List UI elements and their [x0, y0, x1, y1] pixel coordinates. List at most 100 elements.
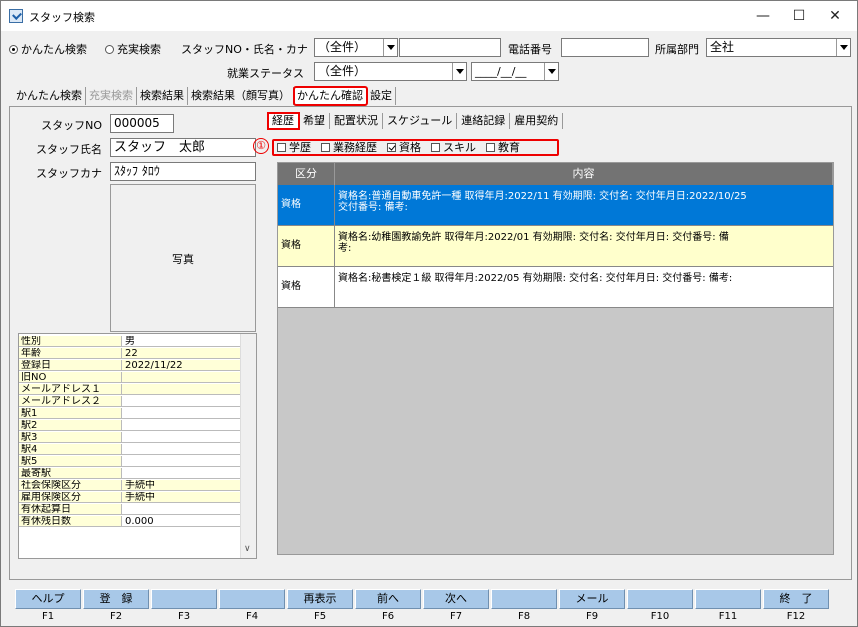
filter-checkbox[interactable]: 学歴	[277, 141, 311, 154]
dept-select[interactable]: 全社	[706, 38, 851, 57]
checkbox-icon[interactable]	[277, 143, 286, 152]
detail-row[interactable]: 有休残日数 0.000	[19, 516, 241, 527]
chevron-down-icon[interactable]: ∨	[244, 544, 251, 554]
filter-label: 学歴	[289, 141, 311, 154]
detail-row[interactable]: 年齢 22	[19, 348, 241, 359]
tab-career[interactable]: 経歴	[267, 112, 300, 130]
date-input[interactable]: ____/__/__	[471, 62, 559, 81]
detail-row[interactable]: 駅3	[19, 432, 241, 443]
tab-results-photo[interactable]: 検索結果（顔写真）	[188, 87, 294, 105]
minimize-button[interactable]: —	[745, 1, 781, 31]
vertical-scrollbar[interactable]: ∨	[240, 334, 256, 558]
chevron-down-icon[interactable]	[452, 63, 466, 80]
detail-key: 駅3	[19, 432, 122, 443]
close-button[interactable]: ✕	[817, 1, 853, 31]
staff-kana-field: ｽﾀｯﾌ ﾀﾛｳ	[110, 162, 256, 181]
staff-keyword-input[interactable]	[399, 38, 501, 57]
cell-content-line: 交付番号: 備考:	[338, 202, 408, 213]
fkey-button-f3[interactable]	[151, 589, 217, 609]
checkbox-icon[interactable]	[387, 143, 396, 152]
phone-input[interactable]	[561, 38, 649, 57]
fkey-button-f8[interactable]	[491, 589, 557, 609]
tab-simple-search[interactable]: かんたん検索	[13, 87, 86, 105]
fkey-label: F3	[177, 611, 191, 622]
fkey-button-f7[interactable]: 次へ	[423, 589, 489, 609]
header-category: 区分	[278, 163, 335, 185]
status-select[interactable]: （全件）	[314, 62, 467, 81]
tab-settings[interactable]: 設定	[367, 87, 396, 105]
detail-row[interactable]: 社会保険区分 手続中	[19, 480, 241, 491]
fkey-button-f11[interactable]	[695, 589, 761, 609]
detail-row[interactable]: 旧NO	[19, 372, 241, 383]
filter-checkbox[interactable]: スキル	[431, 141, 476, 154]
detail-key: 性別	[19, 336, 122, 347]
fkey-button-f9[interactable]: メール	[559, 589, 625, 609]
radio-dot-icon	[9, 45, 18, 54]
tab-wishes[interactable]: 希望	[299, 113, 330, 129]
fkey-button-f6[interactable]: 前へ	[355, 589, 421, 609]
filter-checkbox[interactable]: 教育	[486, 141, 520, 154]
detail-row[interactable]: 登録日 2022/11/22	[19, 360, 241, 371]
table-row[interactable]: 資格 資格名:秘書検定１級 取得年月:2022/05 有効期限: 交付名: 交付年…	[278, 267, 833, 308]
filter-checkbox[interactable]: 業務経歴	[321, 141, 377, 154]
filter-label: スキル	[443, 141, 476, 154]
detail-value: 0.000	[122, 516, 241, 527]
tab-placement[interactable]: 配置状況	[330, 113, 383, 129]
status-label: 就業ステータス	[227, 67, 304, 80]
filter-checkboxes: 学歴 業務経歴 資格 スキル 教育	[272, 139, 559, 156]
detail-key: 社会保険区分	[19, 480, 122, 491]
detail-row[interactable]: メールアドレス１	[19, 384, 241, 395]
chevron-down-icon[interactable]	[836, 39, 850, 56]
detail-row[interactable]: メールアドレス２	[19, 396, 241, 407]
detail-row[interactable]: 駅4	[19, 444, 241, 455]
detail-value	[122, 372, 241, 383]
fkey-button-f1[interactable]: ヘルプ	[15, 589, 81, 609]
fkey-label: F4	[245, 611, 259, 622]
detail-row[interactable]: 駅5	[19, 456, 241, 467]
sub-tabs: 経歴 希望 配置状況 スケジュール 連絡記録 雇用契約	[267, 112, 564, 130]
detail-row[interactable]: 駅2	[19, 420, 241, 431]
radio-full-search[interactable]: 充実検索	[105, 41, 161, 57]
detail-row[interactable]: 雇用保険区分 手続中	[19, 492, 241, 503]
fkey-button-f2[interactable]: 登 録	[83, 589, 149, 609]
detail-grid[interactable]: 性別男年齢 22 登録日 2022/11/22 旧NO メールアドレス１ メールアドレス２ 駅…	[18, 333, 257, 559]
detail-value	[122, 432, 241, 443]
checkbox-icon[interactable]	[431, 143, 440, 152]
detail-row[interactable]: 性別男	[19, 336, 241, 347]
staff-search-label: スタッフNO・氏名・カナ	[181, 43, 308, 56]
fkey-button-f4[interactable]	[219, 589, 285, 609]
annotation-marker: ①	[253, 138, 269, 154]
radio-simple-search[interactable]: かんたん検索	[9, 41, 87, 57]
fkey-button-f5[interactable]: 再表示	[287, 589, 353, 609]
fkey-button-f12[interactable]: 終 了	[763, 589, 829, 609]
cell-category: 資格	[278, 185, 335, 225]
photo-box: 写真	[110, 184, 256, 332]
photo-label: 写真	[172, 253, 194, 266]
maximize-button[interactable]: ☐	[781, 1, 817, 31]
filter-checkbox[interactable]: 資格	[387, 141, 421, 154]
detail-row[interactable]: 駅1	[19, 408, 241, 419]
checkbox-icon[interactable]	[486, 143, 495, 152]
checkbox-icon[interactable]	[321, 143, 330, 152]
cell-content-line: 資格名:秘書検定１級 取得年月:2022/05 有効期限: 交付名: 交付年月日…	[338, 273, 733, 284]
chevron-down-icon[interactable]	[383, 39, 397, 56]
tab-employment-contract[interactable]: 雇用契約	[510, 113, 564, 129]
detail-value	[122, 384, 241, 395]
cell-content-line: 資格名:普通自動車免許一種 取得年月:2022/11 有効期限: 交付名: 交付…	[338, 191, 747, 202]
detail-row[interactable]: 最寄駅	[19, 468, 241, 479]
table-row[interactable]: 資格 資格名:幼稚園教諭免許 取得年月:2022/01 有効期限: 交付名: 交付…	[278, 226, 833, 267]
chevron-down-icon[interactable]	[544, 63, 558, 80]
fkey-label: F12	[786, 611, 806, 622]
fkey-button-f10[interactable]	[627, 589, 693, 609]
tab-schedule[interactable]: スケジュール	[383, 113, 458, 129]
detail-row[interactable]: 有休起算日	[19, 504, 241, 515]
detail-value	[122, 468, 241, 479]
tab-results[interactable]: 検索結果	[137, 87, 188, 105]
detail-key: 駅5	[19, 456, 122, 467]
tab-full-search[interactable]: 充実検索	[86, 87, 137, 105]
tab-contact-log[interactable]: 連絡記録	[457, 113, 511, 129]
staff-select[interactable]: （全件）	[314, 38, 398, 57]
table-row[interactable]: 資格 資格名:普通自動車免許一種 取得年月:2022/11 有効期限: 交付名: …	[278, 185, 833, 226]
tab-quick-confirm[interactable]: かんたん確認	[293, 86, 368, 106]
cell-category: 資格	[278, 267, 335, 307]
